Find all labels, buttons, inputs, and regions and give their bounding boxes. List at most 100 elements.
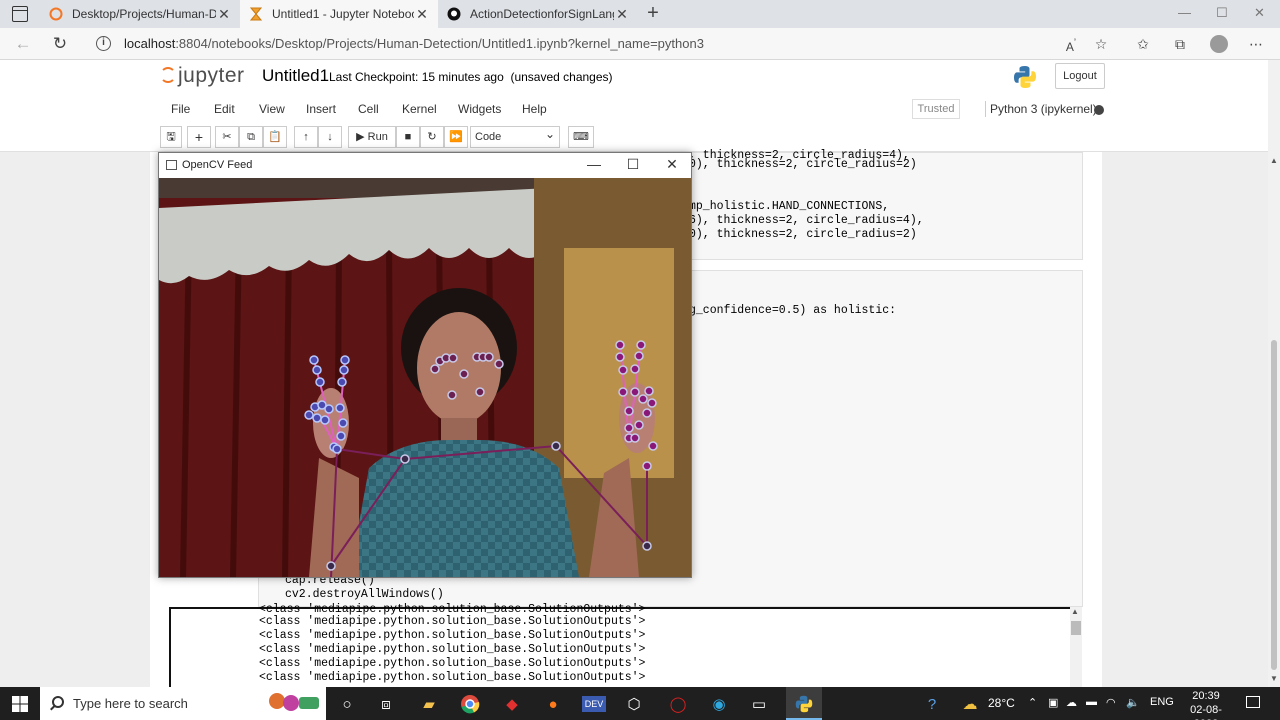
menu-cell[interactable]: Cell	[358, 102, 379, 116]
tab-close-icon[interactable]: ✕	[614, 6, 630, 23]
opencv-window-icon	[166, 160, 177, 170]
opencv-minimize-button[interactable]: —	[582, 156, 606, 172]
python-app-icon[interactable]	[792, 692, 816, 716]
tray-app-icon[interactable]: ▣	[1048, 696, 1058, 709]
tab-close-icon[interactable]: ✕	[414, 6, 430, 23]
add-favorite-icon[interactable]: ☆	[1090, 33, 1112, 55]
code-line: g_confidence=0.5) as holistic:	[689, 304, 897, 317]
restart-run-all-icon[interactable]: ⏩	[444, 126, 468, 148]
new-tab-button[interactable]: +	[642, 3, 664, 25]
browser-tab-github[interactable]: ActionDetectionforSignLanguag ✕	[438, 0, 638, 28]
language-indicator[interactable]: ENG	[1150, 696, 1174, 708]
page-scroll-thumb[interactable]	[1271, 340, 1277, 670]
output-scroll-thumb[interactable]	[1071, 621, 1081, 635]
notebook-name[interactable]: Untitled1	[262, 66, 329, 86]
opencv-window[interactable]: OpenCV Feed — ☐ ✕	[158, 152, 692, 578]
cell-type-select[interactable]: Code	[470, 124, 560, 148]
interrupt-icon[interactable]: ■	[396, 126, 420, 148]
tab-title: Desktop/Projects/Human-Detect	[72, 7, 216, 21]
firefox-icon[interactable]: ●	[541, 692, 565, 716]
windows-start-icon[interactable]	[12, 696, 28, 712]
move-down-icon[interactable]: ↓	[318, 126, 342, 148]
refresh-icon[interactable]: ↻	[49, 33, 71, 55]
code-line: 0), thickness=2, circle_radius=2)	[689, 228, 917, 241]
cube-app-icon[interactable]: ⬡	[622, 692, 646, 716]
favorites-icon[interactable]: ✩	[1132, 33, 1154, 55]
search-icon	[52, 696, 64, 708]
save-icon[interactable]: 🖫	[160, 126, 182, 148]
menu-file[interactable]: File	[171, 102, 190, 116]
help-app-icon[interactable]: ?	[920, 692, 944, 716]
opera-icon[interactable]: ◯	[666, 692, 690, 716]
address-bar: ← ↻ i localhost:8804/notebooks/Desktop/P…	[0, 28, 1280, 60]
wifi-icon[interactable]: ◠	[1106, 696, 1116, 709]
run-button[interactable]: ▶ Run	[348, 126, 396, 148]
task-view-icon[interactable]: ⧈	[374, 692, 398, 716]
url-input[interactable]: localhost:8804/notebooks/Desktop/Project…	[124, 36, 704, 51]
cut-icon[interactable]: ✂	[215, 126, 239, 148]
search-highlight-icon[interactable]	[264, 690, 324, 714]
menu-insert[interactable]: Insert	[306, 102, 336, 116]
output-scrollbar[interactable]: ▲	[1070, 607, 1082, 687]
opencv-window-title: OpenCV Feed	[182, 159, 253, 171]
opencv-close-button[interactable]: ✕	[660, 156, 684, 173]
page-scrollbar[interactable]: ▲ ▼	[1268, 60, 1280, 687]
output-area[interactable]: <class 'mediapipe.python.solution_base.S…	[169, 603, 1073, 687]
weather-temp[interactable]: 28°C	[988, 696, 1015, 710]
collections-icon[interactable]: ⧉	[1169, 33, 1191, 55]
menu-help[interactable]: Help	[522, 102, 547, 116]
command-palette-icon[interactable]: ⌨	[568, 126, 594, 148]
scroll-up-icon[interactable]: ▲	[1071, 607, 1079, 616]
file-explorer-icon[interactable]: ▰	[417, 692, 441, 716]
trusted-indicator[interactable]: Trusted	[912, 99, 960, 119]
move-up-icon[interactable]: ↑	[294, 126, 318, 148]
window-close-button[interactable]: ✕	[1254, 5, 1265, 21]
scroll-down-icon[interactable]: ▼	[1270, 674, 1278, 683]
jupyter-logo-text: jupyter	[178, 64, 245, 87]
webcam-feed	[159, 178, 691, 577]
logout-button[interactable]: Logout	[1055, 63, 1105, 89]
insert-cell-icon[interactable]: +	[187, 126, 211, 148]
jupyter-logo[interactable]: jupyter	[160, 64, 245, 88]
taskbar-clock[interactable]: 20:39 02-08-2022	[1180, 689, 1232, 720]
terminal-icon[interactable]: ▭	[747, 692, 771, 716]
edge-icon[interactable]: ◉	[707, 692, 731, 716]
kernel-name[interactable]: Python 3 (ipykernel)	[990, 102, 1097, 116]
dev-app-icon[interactable]: DEV	[582, 696, 606, 712]
window-minimize-button[interactable]: —	[1178, 5, 1191, 20]
menu-kernel[interactable]: Kernel	[402, 102, 437, 116]
browser-tab-untitled1[interactable]: Untitled1 - Jupyter Notebook ✕	[240, 0, 438, 28]
opencv-maximize-button[interactable]: ☐	[621, 156, 645, 173]
paste-icon[interactable]: 📋	[263, 126, 287, 148]
tab-title: Untitled1 - Jupyter Notebook	[272, 7, 414, 21]
read-aloud-icon[interactable]: Aʼ	[1060, 33, 1082, 55]
github-icon	[446, 6, 462, 22]
app-diamond-icon[interactable]: ◆	[500, 692, 524, 716]
info-icon[interactable]: i	[96, 36, 111, 51]
menu-view[interactable]: View	[259, 102, 285, 116]
cortana-icon[interactable]: ○	[335, 692, 359, 716]
profile-avatar[interactable]	[1210, 35, 1228, 53]
more-options-icon[interactable]: ⋯	[1245, 33, 1267, 55]
output-line: <class 'mediapipe.python.solution_base.S…	[259, 615, 646, 628]
browser-tab-desktop[interactable]: Desktop/Projects/Human-Detect ✕	[40, 0, 240, 28]
chrome-icon[interactable]	[458, 692, 482, 716]
code-line: cv2.destroyAllWindows()	[285, 588, 444, 601]
volume-icon[interactable]: 🔈	[1126, 696, 1140, 709]
url-path: :8804/notebooks/Desktop/Projects/Human-D…	[175, 36, 704, 51]
tab-actions-icon[interactable]	[12, 6, 28, 22]
tab-close-icon[interactable]: ✕	[216, 6, 232, 23]
copy-icon[interactable]: ⧉	[239, 126, 263, 148]
back-icon[interactable]: ←	[12, 33, 34, 55]
opencv-titlebar[interactable]: OpenCV Feed — ☐ ✕	[159, 153, 691, 178]
window-maximize-button[interactable]: ☐	[1216, 5, 1228, 21]
menu-edit[interactable]: Edit	[214, 102, 235, 116]
notification-icon[interactable]	[1246, 696, 1260, 708]
tray-chevron-icon[interactable]: ⌃	[1028, 696, 1037, 709]
onedrive-icon[interactable]: ☁	[1066, 696, 1077, 709]
restart-icon[interactable]: ↻	[420, 126, 444, 148]
battery-icon[interactable]: ▬	[1086, 696, 1097, 708]
menu-widgets[interactable]: Widgets	[458, 102, 501, 116]
python-logo-icon	[1014, 66, 1036, 88]
scroll-up-icon[interactable]: ▲	[1270, 156, 1278, 165]
